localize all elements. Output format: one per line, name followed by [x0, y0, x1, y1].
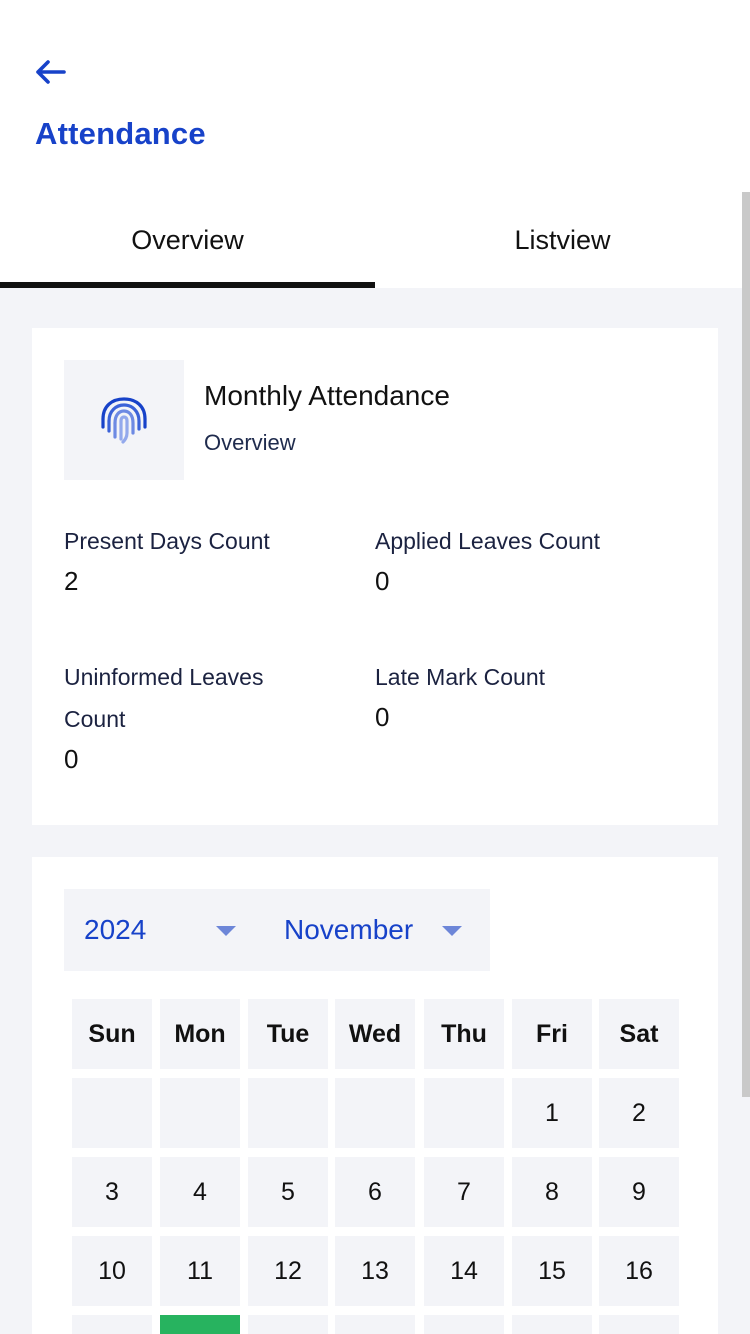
stat-label: Present Days Count: [64, 528, 270, 554]
calendar-empty-cell: [72, 1315, 152, 1334]
fingerprint-icon: [101, 397, 147, 444]
month-value: November: [284, 914, 414, 945]
year-value: 2024: [84, 914, 147, 945]
calendar-day[interactable]: 4: [160, 1157, 240, 1227]
stat-applied-leaves: Applied Leaves Count 0: [375, 520, 655, 597]
calendar-day[interactable]: 8: [512, 1157, 592, 1227]
stat-label: Uninformed Leaves Count: [64, 664, 264, 732]
calendar-day-present: [160, 1315, 240, 1334]
year-dropdown[interactable]: 2024: [84, 889, 146, 971]
card-title: Monthly Attendance: [204, 380, 450, 411]
calendar-day[interactable]: 10: [72, 1236, 152, 1306]
calendar-empty-cell: [335, 1315, 415, 1334]
page-title: Attendance: [35, 116, 206, 151]
calendar-day[interactable]: 12: [248, 1236, 328, 1306]
stat-late-mark: Late Mark Count 0: [375, 656, 655, 733]
stat-label: Applied Leaves Count: [375, 528, 601, 554]
chevron-down-icon[interactable]: [216, 926, 236, 936]
arrow-left-icon: [36, 60, 66, 84]
calendar-empty-cell: [248, 1078, 328, 1148]
calendar-empty-cell: [248, 1315, 328, 1334]
stat-uninformed-leaves: Uninformed Leaves Count 0: [64, 656, 309, 775]
calendar-day[interactable]: 16: [599, 1236, 679, 1306]
calendar-day[interactable]: 6: [335, 1157, 415, 1227]
calendar-empty-cell: [72, 1078, 152, 1148]
weekday-header: Fri: [512, 999, 592, 1069]
weekday-header: Tue: [248, 999, 328, 1069]
calendar-day[interactable]: 13: [335, 1236, 415, 1306]
calendar-day[interactable]: 14: [424, 1236, 504, 1306]
month-year-selector: 2024 November: [64, 889, 490, 971]
calendar-day[interactable]: 3: [72, 1157, 152, 1227]
calendar-day[interactable]: 7: [424, 1157, 504, 1227]
stat-value: 0: [375, 702, 390, 732]
calendar-day[interactable]: 5: [248, 1157, 328, 1227]
calendar-empty-cell: [424, 1315, 504, 1334]
weekday-header: Wed: [335, 999, 415, 1069]
calendar-empty-cell: [335, 1078, 415, 1148]
calendar-empty-cell: [424, 1078, 504, 1148]
fingerprint-icon-box: [64, 360, 184, 480]
calendar-empty-cell: [512, 1315, 592, 1334]
tab-overview[interactable]: Overview: [0, 192, 375, 288]
calendar-day[interactable]: 1: [512, 1078, 592, 1148]
calendar-empty-cell: [599, 1315, 679, 1334]
stat-value: 0: [375, 566, 390, 596]
app-header: Attendance: [0, 0, 750, 192]
calendar-day[interactable]: 15: [512, 1236, 592, 1306]
scrollbar[interactable]: [742, 192, 750, 1097]
month-dropdown[interactable]: November: [284, 889, 413, 971]
calendar-day[interactable]: 9: [599, 1157, 679, 1227]
calendar-card: 2024 November Sun Mon Tue Wed Thu Fri Sat 1 2 3 4 5…: [32, 857, 718, 1334]
card-subtitle: Overview: [204, 430, 296, 455]
weekday-header: Sat: [599, 999, 679, 1069]
stat-present-days: Present Days Count 2: [64, 520, 344, 597]
stat-value: 2: [64, 566, 79, 596]
back-button[interactable]: [30, 52, 70, 92]
stat-label: Late Mark Count: [375, 664, 546, 690]
stat-value: 0: [64, 744, 79, 774]
weekday-header: Thu: [424, 999, 504, 1069]
chevron-down-icon[interactable]: [442, 926, 462, 936]
calendar-day[interactable]: 2: [599, 1078, 679, 1148]
monthly-attendance-card: Monthly Attendance Overview Present Days…: [32, 328, 718, 825]
weekday-header: Mon: [160, 999, 240, 1069]
calendar-day[interactable]: 11: [160, 1236, 240, 1306]
calendar-empty-cell: [160, 1078, 240, 1148]
weekday-header: Sun: [72, 999, 152, 1069]
tab-listview[interactable]: Listview: [375, 192, 750, 288]
tab-bar: Overview Listview: [0, 192, 750, 288]
